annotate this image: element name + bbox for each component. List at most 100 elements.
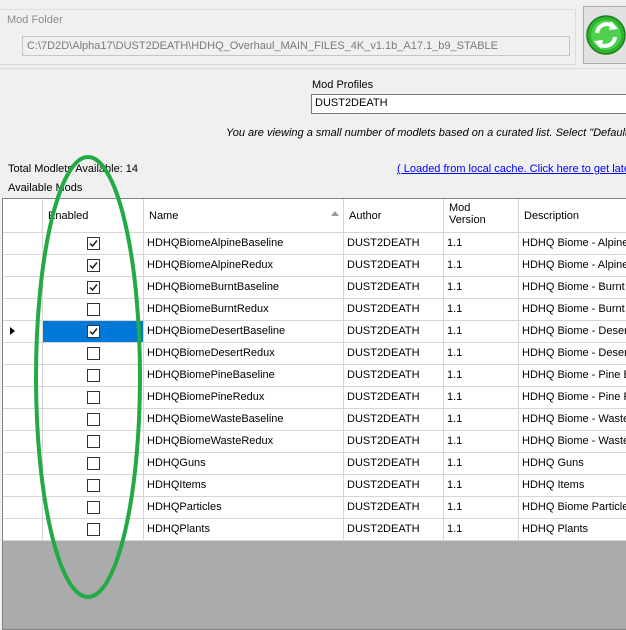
mod-name-cell[interactable]: HDHQBiomeBurntBaseline bbox=[144, 277, 344, 299]
mod-description-cell[interactable]: HDHQ Items bbox=[519, 475, 626, 497]
mod-description-cell[interactable]: HDHQ Biome - Desert bbox=[519, 321, 626, 343]
mod-author-cell[interactable]: DUST2DEATH bbox=[344, 497, 444, 519]
row-header-cell[interactable] bbox=[3, 277, 43, 299]
mod-author-cell[interactable]: DUST2DEATH bbox=[344, 409, 444, 431]
table-row[interactable]: HDHQBiomePineRedux DUST2DEATH 1.1 HDHQ Biom… bbox=[3, 387, 626, 409]
mod-version-cell[interactable]: 1.1 bbox=[444, 299, 519, 321]
refresh-button[interactable] bbox=[583, 6, 626, 64]
table-row[interactable]: HDHQBiomeAlpineBaseline DUST2DEATH 1.1 HDHQ… bbox=[3, 233, 626, 255]
mod-author-cell[interactable]: DUST2DEATH bbox=[344, 431, 444, 453]
mod-description-cell[interactable]: HDHQ Biome - Pine Fo bbox=[519, 387, 626, 409]
enabled-checkbox[interactable] bbox=[87, 523, 100, 536]
mod-description-cell[interactable]: HDHQ Biome - Waste bbox=[519, 409, 626, 431]
mod-version-cell[interactable]: 1.1 bbox=[444, 519, 519, 541]
row-header-cell[interactable] bbox=[3, 519, 43, 541]
enabled-checkbox[interactable] bbox=[87, 479, 100, 492]
enabled-checkbox[interactable] bbox=[87, 237, 100, 250]
mod-author-cell[interactable]: DUST2DEATH bbox=[344, 233, 444, 255]
mod-version-cell[interactable]: 1.1 bbox=[444, 497, 519, 519]
enabled-checkbox[interactable] bbox=[87, 457, 100, 470]
mod-name-cell[interactable]: HDHQBiomePineBaseline bbox=[144, 365, 344, 387]
mod-name-cell[interactable]: HDHQPlants bbox=[144, 519, 344, 541]
mod-description-cell[interactable]: HDHQ Biome - Alpine bbox=[519, 255, 626, 277]
mod-author-cell[interactable]: DUST2DEATH bbox=[344, 387, 444, 409]
mod-author-cell[interactable]: DUST2DEATH bbox=[344, 519, 444, 541]
enabled-checkbox[interactable] bbox=[87, 413, 100, 426]
row-header-cell[interactable] bbox=[3, 497, 43, 519]
table-row[interactable]: HDHQBiomeAlpineRedux DUST2DEATH 1.1 HDHQ Bi… bbox=[3, 255, 626, 277]
mod-version-cell[interactable]: 1.1 bbox=[444, 277, 519, 299]
mod-description-cell[interactable]: HDHQ Biome - Burnt R bbox=[519, 299, 626, 321]
mod-name-cell[interactable]: HDHQBiomeDesertBaseline bbox=[144, 321, 344, 343]
mod-version-cell[interactable]: 1.1 bbox=[444, 255, 519, 277]
table-row[interactable]: HDHQParticles DUST2DEATH 1.1 HDHQ Biome Par… bbox=[3, 497, 626, 519]
mod-version-cell[interactable]: 1.1 bbox=[444, 321, 519, 343]
column-header-enabled[interactable]: Enabled bbox=[43, 199, 144, 233]
table-row[interactable]: HDHQPlants DUST2DEATH 1.1 HDHQ Plants bbox=[3, 519, 626, 541]
mod-version-cell[interactable]: 1.1 bbox=[444, 409, 519, 431]
mod-name-cell[interactable]: HDHQBiomeAlpineBaseline bbox=[144, 233, 344, 255]
table-row[interactable]: HDHQGuns DUST2DEATH 1.1 HDHQ Guns bbox=[3, 453, 626, 475]
mod-version-cell[interactable]: 1.1 bbox=[444, 431, 519, 453]
table-row[interactable]: HDHQBiomePineBaseline DUST2DEATH 1.1 HDHQ B… bbox=[3, 365, 626, 387]
table-row[interactable]: HDHQBiomeWasteRedux DUST2DEATH 1.1 HDHQ Bio… bbox=[3, 431, 626, 453]
mod-name-cell[interactable]: HDHQBiomeBurntRedux bbox=[144, 299, 344, 321]
row-header-cell[interactable] bbox=[3, 431, 43, 453]
mod-author-cell[interactable]: DUST2DEATH bbox=[344, 365, 444, 387]
mod-description-cell[interactable]: HDHQ Biome - Alpine bbox=[519, 233, 626, 255]
column-header-author[interactable]: Author bbox=[344, 199, 444, 233]
row-header-cell[interactable] bbox=[3, 343, 43, 365]
row-header-cell[interactable] bbox=[3, 321, 43, 343]
mod-author-cell[interactable]: DUST2DEATH bbox=[344, 299, 444, 321]
mod-author-cell[interactable]: DUST2DEATH bbox=[344, 475, 444, 497]
mod-version-cell[interactable]: 1.1 bbox=[444, 475, 519, 497]
mod-description-cell[interactable]: HDHQ Biome - Waste bbox=[519, 431, 626, 453]
row-header-cell[interactable] bbox=[3, 233, 43, 255]
enabled-checkbox[interactable] bbox=[87, 325, 100, 338]
enabled-checkbox[interactable] bbox=[87, 501, 100, 514]
mod-version-cell[interactable]: 1.1 bbox=[444, 365, 519, 387]
enabled-checkbox[interactable] bbox=[87, 369, 100, 382]
table-row[interactable]: HDHQBiomeWasteBaseline DUST2DEATH 1.1 HDHQ … bbox=[3, 409, 626, 431]
row-header-cell[interactable] bbox=[3, 365, 43, 387]
mod-author-cell[interactable]: DUST2DEATH bbox=[344, 277, 444, 299]
enabled-checkbox[interactable] bbox=[87, 303, 100, 316]
mod-version-cell[interactable]: 1.1 bbox=[444, 233, 519, 255]
row-header-cell[interactable] bbox=[3, 409, 43, 431]
table-row[interactable]: HDHQBiomeDesertRedux DUST2DEATH 1.1 HDHQ Bi… bbox=[3, 343, 626, 365]
table-row[interactable]: HDHQBiomeBurntBaseline DUST2DEATH 1.1 HDHQ … bbox=[3, 277, 626, 299]
mod-author-cell[interactable]: DUST2DEATH bbox=[344, 255, 444, 277]
mod-name-cell[interactable]: HDHQBiomeAlpineRedux bbox=[144, 255, 344, 277]
table-row[interactable]: HDHQBiomeDesertBaseline DUST2DEATH 1.1 HDHQ… bbox=[3, 321, 626, 343]
mod-name-cell[interactable]: HDHQBiomePineRedux bbox=[144, 387, 344, 409]
mod-folder-path-field[interactable]: C:\7D2D\Alpha17\DUST2DEATH\HDHQ_Overhaul… bbox=[22, 36, 570, 56]
mod-description-cell[interactable]: HDHQ Biome Particles bbox=[519, 497, 626, 519]
column-header-description[interactable]: Description bbox=[519, 199, 626, 233]
mod-description-cell[interactable]: HDHQ Plants bbox=[519, 519, 626, 541]
mod-name-cell[interactable]: HDHQBiomeDesertRedux bbox=[144, 343, 344, 365]
enabled-checkbox[interactable] bbox=[87, 347, 100, 360]
mod-version-cell[interactable]: 1.1 bbox=[444, 343, 519, 365]
mod-name-cell[interactable]: HDHQGuns bbox=[144, 453, 344, 475]
mod-name-cell[interactable]: HDHQParticles bbox=[144, 497, 344, 519]
enabled-checkbox[interactable] bbox=[87, 281, 100, 294]
cache-refresh-link[interactable]: ( Loaded from local cache. Click here to… bbox=[397, 163, 626, 175]
row-header-cell[interactable] bbox=[3, 387, 43, 409]
mod-author-cell[interactable]: DUST2DEATH bbox=[344, 453, 444, 475]
mod-version-cell[interactable]: 1.1 bbox=[444, 453, 519, 475]
column-header-version[interactable]: Mod Version bbox=[444, 199, 519, 233]
mod-author-cell[interactable]: DUST2DEATH bbox=[344, 343, 444, 365]
mod-description-cell[interactable]: HDHQ Biome - Desert bbox=[519, 343, 626, 365]
row-header-cell[interactable] bbox=[3, 299, 43, 321]
row-header-cell[interactable] bbox=[3, 453, 43, 475]
mod-name-cell[interactable]: HDHQBiomeWasteBaseline bbox=[144, 409, 344, 431]
mod-profiles-select[interactable]: DUST2DEATH bbox=[311, 94, 626, 114]
row-header-cell[interactable] bbox=[3, 255, 43, 277]
enabled-checkbox[interactable] bbox=[87, 435, 100, 448]
table-row[interactable]: HDHQBiomeBurntRedux DUST2DEATH 1.1 HDHQ Bio… bbox=[3, 299, 626, 321]
mod-version-cell[interactable]: 1.1 bbox=[444, 387, 519, 409]
mod-description-cell[interactable]: HDHQ Guns bbox=[519, 453, 626, 475]
enabled-checkbox[interactable] bbox=[87, 259, 100, 272]
mod-name-cell[interactable]: HDHQBiomeWasteRedux bbox=[144, 431, 344, 453]
mod-description-cell[interactable]: HDHQ Biome - Burnt B bbox=[519, 277, 626, 299]
